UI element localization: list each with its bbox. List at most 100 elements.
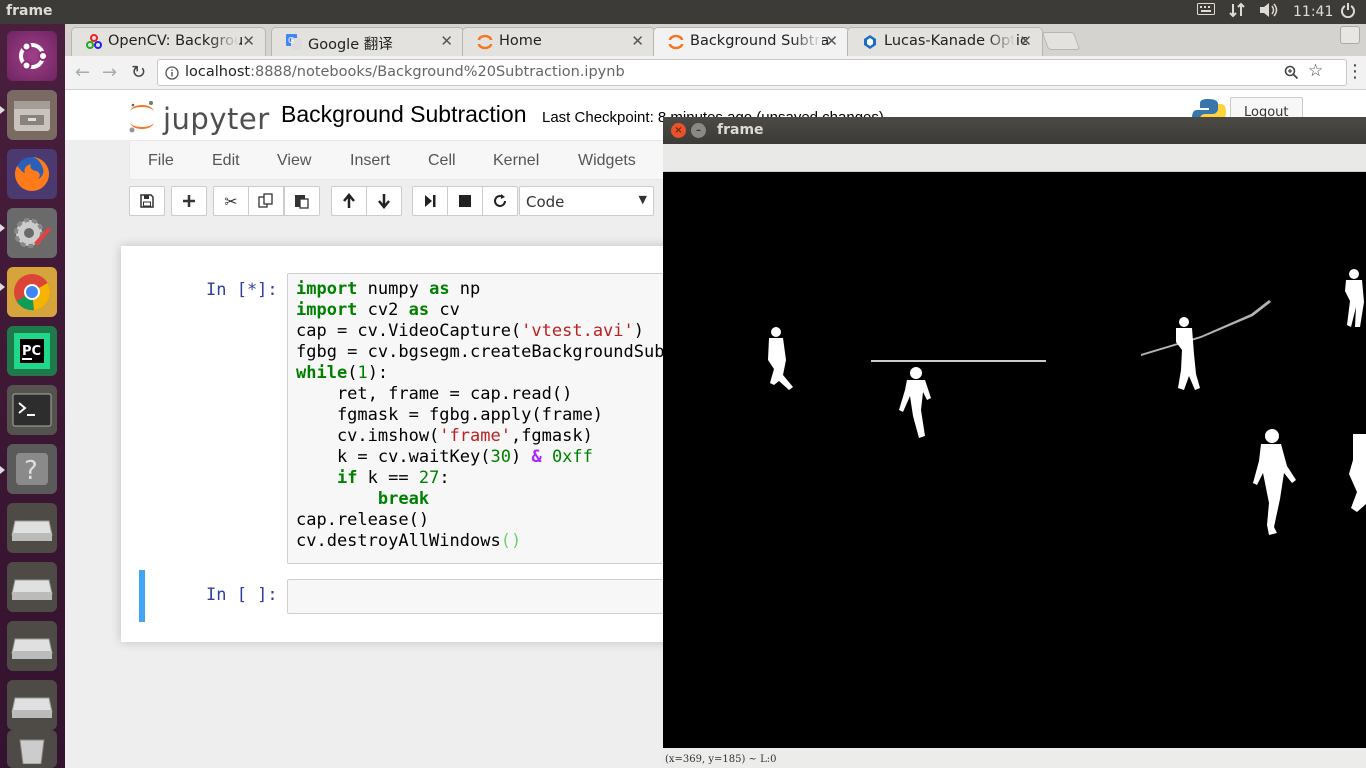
restart-kernel-button[interactable]: [482, 186, 518, 216]
menu-kernel[interactable]: Kernel: [493, 152, 539, 170]
chrome-icon[interactable]: [7, 267, 57, 317]
pycharm-icon[interactable]: PC: [7, 326, 57, 376]
step-forward-icon: [425, 195, 436, 207]
jupyter-logo-icon: [129, 101, 154, 133]
cell-type-value: Code: [526, 193, 565, 211]
tab-lucas-kanade[interactable]: Lucas-Kanade Optic ✕: [847, 27, 1043, 56]
jupyter-logo-text: jupyter: [163, 102, 270, 136]
docs-favicon-icon: [864, 35, 876, 49]
opencv-frame-window[interactable]: × – frame (x=369, y=185) ~ L:0: [663, 117, 1366, 768]
arrow-down-icon: [378, 194, 390, 209]
tab-strip: OpenCV: Backgrou ✕ G Google 翻译 ✕ Home ✕ …: [65, 24, 1366, 56]
tab-google-translate[interactable]: G Google 翻译 ✕: [271, 27, 464, 56]
forward-arrow-icon[interactable]: →: [102, 62, 117, 83]
arrow-up-icon: [343, 193, 355, 208]
network-icon[interactable]: [1229, 2, 1245, 22]
volume-icon[interactable]: [1259, 2, 1279, 22]
jupyter-favicon-icon: [477, 34, 493, 50]
active-window-title: frame: [6, 3, 53, 19]
address-bar[interactable]: localhost:8888/notebooks/Background%20Su…: [157, 59, 1347, 86]
move-down-button[interactable]: [366, 186, 402, 216]
drive-icon[interactable]: [7, 562, 57, 612]
drive-icon[interactable]: [7, 680, 57, 730]
close-tab-icon[interactable]: ✕: [825, 32, 838, 50]
copy-icon: [258, 193, 273, 208]
close-tab-icon[interactable]: ✕: [1019, 32, 1032, 50]
terminal-icon[interactable]: [7, 385, 57, 435]
jupyter-logo[interactable]: jupyter: [125, 96, 269, 136]
menu-widgets[interactable]: Widgets: [578, 152, 636, 170]
browser-toolbar: ← → ↻ localhost:8888/notebooks/Backgroun…: [65, 56, 1366, 90]
bookmark-star-icon[interactable]: ☆: [1308, 61, 1323, 81]
insert-cell-button[interactable]: [171, 186, 207, 216]
google-translate-favicon-icon: G: [286, 34, 302, 50]
opencv-favicon-icon: [86, 34, 102, 49]
info-icon[interactable]: [165, 66, 179, 80]
url-host: localhost: [185, 64, 251, 80]
notebook-name[interactable]: Background Subtraction: [281, 101, 527, 128]
close-tab-icon[interactable]: ✕: [242, 32, 255, 50]
drive-icon[interactable]: [7, 503, 57, 553]
cell-prompt: In [*]:: [206, 280, 278, 300]
zoom-icon[interactable]: [1284, 65, 1299, 80]
jupyter-favicon-icon: [668, 34, 684, 50]
cut-button[interactable]: ✂: [213, 186, 249, 216]
copy-button[interactable]: [248, 186, 284, 216]
cell-type-select[interactable]: Code ▼: [519, 186, 654, 216]
help-icon[interactable]: ?: [7, 444, 57, 494]
system-settings-icon[interactable]: [7, 208, 57, 258]
window-title: frame: [717, 122, 764, 138]
menu-dots-icon[interactable]: ⋮: [1346, 61, 1364, 82]
opencv-toolbar: [663, 144, 1366, 172]
url-path: :8888/notebooks/Background%20Subtraction…: [250, 64, 625, 80]
menu-edit[interactable]: Edit: [212, 152, 240, 170]
minimize-window-icon[interactable]: –: [691, 123, 706, 138]
menu-insert[interactable]: Insert: [350, 152, 390, 170]
tab-label: Google 翻译: [308, 37, 393, 53]
stop-icon: [459, 195, 471, 207]
drive-icon[interactable]: [7, 621, 57, 671]
foreground-mask-drawing: [768, 269, 1366, 535]
interrupt-kernel-button[interactable]: [447, 186, 483, 216]
menu-view[interactable]: View: [277, 152, 311, 170]
new-tab-button[interactable]: [1041, 32, 1081, 50]
trash-icon[interactable]: [7, 730, 57, 768]
foreground-mask-image[interactable]: [663, 172, 1366, 748]
paste-button[interactable]: [284, 186, 320, 216]
files-icon[interactable]: [7, 90, 57, 140]
dropdown-arrow-icon: ▼: [638, 193, 647, 206]
clock[interactable]: 11:41: [1293, 2, 1333, 22]
selected-cell-indicator: [139, 570, 145, 622]
refresh-icon: [494, 194, 506, 207]
launcher: PC ?: [0, 24, 65, 768]
scissors-icon: ✂: [224, 191, 238, 211]
menu-file[interactable]: File: [148, 152, 174, 170]
close-window-icon[interactable]: ×: [671, 123, 686, 138]
move-up-button[interactable]: [331, 186, 367, 216]
close-tab-icon[interactable]: ✕: [631, 32, 644, 50]
opencv-status-bar: (x=369, y=185) ~ L:0: [663, 748, 1366, 768]
svg-text:?: ?: [24, 456, 38, 486]
save-icon: [140, 194, 154, 208]
window-titlebar[interactable]: × – frame: [663, 117, 1366, 144]
tab-background-subtraction[interactable]: Background Subtra ✕: [653, 27, 849, 56]
cell-prompt: In [ ]:: [206, 585, 278, 605]
firefox-icon[interactable]: [7, 149, 57, 199]
tab-label: Home: [499, 33, 542, 49]
svg-text:G: G: [288, 36, 294, 45]
plus-icon: [183, 195, 195, 207]
power-icon[interactable]: [1340, 2, 1356, 22]
ubuntu-dash-icon[interactable]: [7, 31, 57, 81]
keyboard-icon[interactable]: [1197, 2, 1215, 22]
profile-icon[interactable]: [1340, 26, 1360, 44]
tab-opencv[interactable]: OpenCV: Backgrou ✕: [71, 27, 266, 56]
svg-text:PC: PC: [22, 344, 41, 359]
tab-home[interactable]: Home ✕: [462, 27, 655, 56]
paste-icon: [295, 195, 309, 209]
menu-cell[interactable]: Cell: [428, 152, 456, 170]
save-button[interactable]: [129, 186, 165, 216]
back-arrow-icon[interactable]: ←: [75, 62, 90, 83]
reload-icon[interactable]: ↻: [131, 62, 146, 83]
close-tab-icon[interactable]: ✕: [440, 32, 453, 50]
run-cell-button[interactable]: [412, 186, 448, 216]
